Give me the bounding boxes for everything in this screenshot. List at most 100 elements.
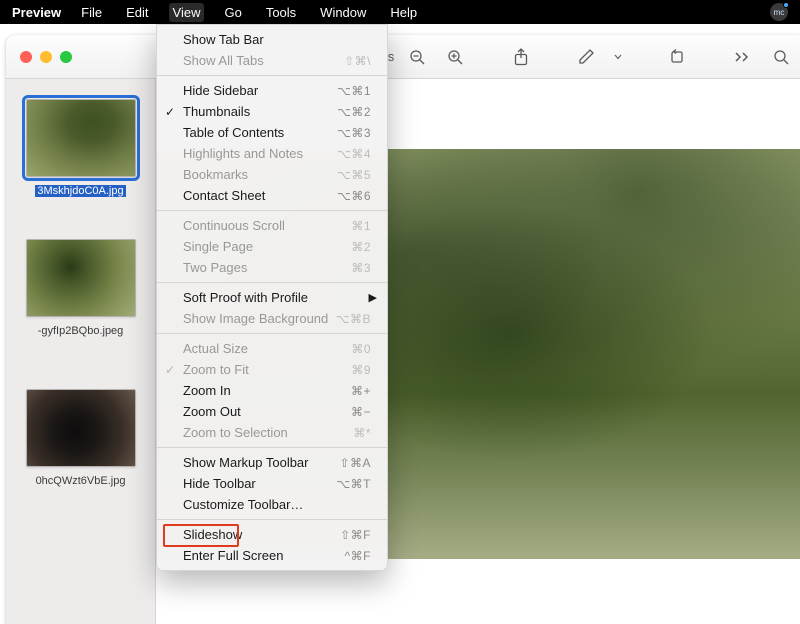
menu-item-zoom-in[interactable]: Zoom In⌘+ (157, 380, 387, 401)
menu-tools[interactable]: Tools (262, 3, 300, 22)
menu-item-shortcut: ⌥⌘T (336, 477, 371, 491)
menu-item-label: Zoom to Selection (183, 425, 353, 440)
titlebar: ages (6, 35, 800, 79)
menu-item-shortcut: ⌘9 (351, 363, 371, 377)
menu-item-shortcut: ⇧⌘\ (344, 54, 371, 68)
menu-item-shortcut: ⇧⌘A (339, 456, 371, 470)
menu-item-shortcut: ⌥⌘6 (337, 189, 371, 203)
menu-item-continuous-scroll: Continuous Scroll⌘1 (157, 215, 387, 236)
menu-item-label: Hide Sidebar (183, 83, 337, 98)
menu-separator (157, 210, 387, 211)
thumbnail-image[interactable] (26, 99, 136, 177)
menu-item-zoom-to-selection: Zoom to Selection⌘* (157, 422, 387, 443)
menu-item-shortcut: ^⌘F (345, 549, 371, 563)
menu-item-shortcut: ⌘3 (351, 261, 371, 275)
menu-item-label: Contact Sheet (183, 188, 337, 203)
menu-help[interactable]: Help (386, 3, 421, 22)
thumbnail-item[interactable]: 3MskhjdoC0A.jpg (21, 99, 141, 197)
menu-separator (157, 75, 387, 76)
status-menu-icon[interactable]: mc (770, 3, 788, 21)
window-zoom-button[interactable] (60, 51, 72, 63)
menu-item-hide-sidebar[interactable]: Hide Sidebar⌥⌘1 (157, 80, 387, 101)
markup-pen-icon[interactable] (576, 43, 598, 71)
menu-item-label: Actual Size (183, 341, 351, 356)
menu-item-label: Show Markup Toolbar (183, 455, 339, 470)
share-icon[interactable] (510, 43, 532, 71)
menu-window[interactable]: Window (316, 3, 370, 22)
menu-item-highlights-and-notes: Highlights and Notes⌥⌘4 (157, 143, 387, 164)
menu-item-hide-toolbar[interactable]: Hide Toolbar⌥⌘T (157, 473, 387, 494)
menu-go[interactable]: Go (220, 3, 245, 22)
overflow-chevrons-icon[interactable] (732, 43, 754, 71)
menu-item-single-page: Single Page⌘2 (157, 236, 387, 257)
menu-item-shortcut: ⌘* (353, 426, 371, 440)
menu-item-table-of-contents[interactable]: Table of Contents⌥⌘3 (157, 122, 387, 143)
markup-chevron-down-icon[interactable] (614, 54, 622, 60)
zoom-out-icon[interactable] (406, 43, 428, 71)
menu-item-shortcut: ⌘1 (351, 219, 371, 233)
thumbnail-caption: -gyfIp2BQbo.jpeg (38, 325, 124, 337)
rotate-icon[interactable] (666, 43, 688, 71)
menu-separator (157, 447, 387, 448)
menu-item-label: Thumbnails (183, 104, 337, 119)
menu-item-bookmarks: Bookmarks⌥⌘5 (157, 164, 387, 185)
menu-item-label: Table of Contents (183, 125, 337, 140)
menu-item-label: Hide Toolbar (183, 476, 336, 491)
menu-separator (157, 333, 387, 334)
menu-view[interactable]: View (169, 3, 205, 22)
thumbnail-item[interactable]: 0hcQWzt6VbE.jpg (21, 389, 141, 487)
window-close-button[interactable] (20, 51, 32, 63)
menu-file[interactable]: File (77, 3, 106, 22)
menu-edit[interactable]: Edit (122, 3, 152, 22)
menu-item-label: Zoom Out (183, 404, 351, 419)
menu-separator (157, 519, 387, 520)
preview-window: ages 3MskhjdoC0A.jpg -gyfIp (6, 35, 800, 624)
toolbar (406, 43, 792, 71)
menu-item-label: Highlights and Notes (183, 146, 337, 161)
window-minimize-button[interactable] (40, 51, 52, 63)
menu-item-label: Zoom to Fit (183, 362, 351, 377)
thumbnails-sidebar[interactable]: 3MskhjdoC0A.jpg -gyfIp2BQbo.jpeg 0hcQWzt… (6, 79, 156, 624)
menu-item-shortcut: ⇧⌘F (340, 528, 371, 542)
menu-item-soft-proof-with-profile[interactable]: Soft Proof with Profile▶ (157, 287, 387, 308)
menu-item-actual-size: Actual Size⌘0 (157, 338, 387, 359)
menu-item-label: Customize Toolbar… (183, 497, 371, 512)
menu-item-label: Single Page (183, 239, 351, 254)
menu-item-label: Show Tab Bar (183, 32, 371, 47)
zoom-in-icon[interactable] (444, 43, 466, 71)
thumbnail-caption: 0hcQWzt6VbE.jpg (36, 475, 126, 487)
menu-item-label: Show All Tabs (183, 53, 344, 68)
menu-item-show-all-tabs: Show All Tabs⇧⌘\ (157, 50, 387, 71)
menu-item-shortcut: ⌥⌘5 (337, 168, 371, 182)
menu-item-contact-sheet[interactable]: Contact Sheet⌥⌘6 (157, 185, 387, 206)
menu-item-shortcut: ⌥⌘4 (337, 147, 371, 161)
menu-item-label: Bookmarks (183, 167, 337, 182)
menu-item-label: Two Pages (183, 260, 351, 275)
menu-item-show-tab-bar[interactable]: Show Tab Bar (157, 29, 387, 50)
menu-item-zoom-out[interactable]: Zoom Out⌘− (157, 401, 387, 422)
menu-item-show-markup-toolbar[interactable]: Show Markup Toolbar⇧⌘A (157, 452, 387, 473)
menu-item-shortcut: ⌘2 (351, 240, 371, 254)
menu-item-label: Enter Full Screen (183, 548, 345, 563)
thumbnail-image[interactable] (26, 239, 136, 317)
thumbnail-image[interactable] (26, 389, 136, 467)
search-icon[interactable] (770, 43, 792, 71)
checkmark-icon: ✓ (165, 363, 175, 377)
menu-item-label: Soft Proof with Profile (183, 290, 371, 305)
menu-item-slideshow[interactable]: Slideshow⇧⌘F (157, 524, 387, 545)
menu-item-label: Slideshow (183, 527, 340, 542)
menu-item-shortcut: ⌥⌘2 (337, 105, 371, 119)
menu-item-shortcut: ⌥⌘1 (337, 84, 371, 98)
app-name: Preview (12, 5, 61, 20)
menu-item-label: Show Image Background (183, 311, 336, 326)
menu-item-shortcut: ⌥⌘B (336, 312, 371, 326)
menu-separator (157, 282, 387, 283)
menu-item-customize-toolbar[interactable]: Customize Toolbar… (157, 494, 387, 515)
menu-item-thumbnails[interactable]: ✓Thumbnails⌥⌘2 (157, 101, 387, 122)
menu-item-enter-full-screen[interactable]: Enter Full Screen^⌘F (157, 545, 387, 566)
system-menubar: Preview File Edit View Go Tools Window H… (0, 0, 800, 24)
menu-item-shortcut: ⌘− (351, 405, 371, 419)
thumbnail-item[interactable]: -gyfIp2BQbo.jpeg (21, 239, 141, 337)
submenu-chevron-icon: ▶ (369, 291, 377, 304)
menu-item-shortcut: ⌘0 (351, 342, 371, 356)
